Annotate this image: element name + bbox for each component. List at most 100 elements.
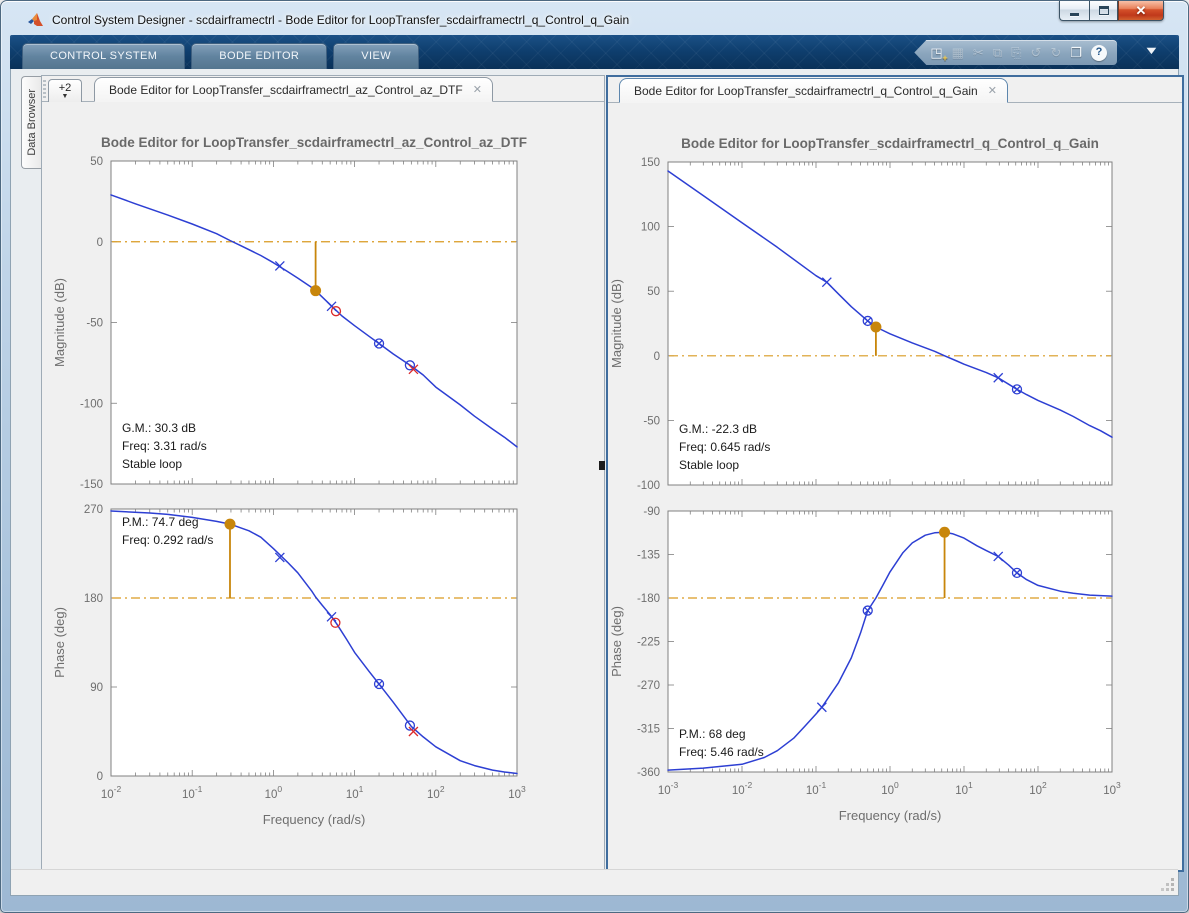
svg-text:10-1: 10-1 (182, 784, 203, 801)
window-layout-icon[interactable]: ❐ (1070, 46, 1082, 59)
svg-text:Frequency (rad/s): Frequency (rad/s) (263, 812, 366, 827)
close-icon[interactable]: ✕ (473, 83, 482, 96)
doc-tab-label: Bode Editor for LoopTransfer_scdairframe… (109, 82, 463, 97)
svg-text:50: 50 (90, 156, 103, 168)
chevron-down-icon: ▼ (61, 92, 69, 100)
redo-icon[interactable]: ↻ (1050, 46, 1061, 59)
help-icon[interactable]: ? (1091, 44, 1107, 61)
close-icon[interactable]: ✕ (988, 84, 997, 97)
svg-text:G.M.: -22.3 dB: G.M.: -22.3 dB (679, 422, 757, 436)
svg-text:101: 101 (346, 784, 364, 801)
svg-text:90: 90 (90, 682, 103, 694)
cut-icon[interactable]: ✂ (973, 46, 984, 59)
copy-icon[interactable]: ⧉ (993, 46, 1002, 59)
tab-view[interactable]: VIEW (333, 43, 419, 69)
app-window: Control System Designer - scdairframectr… (0, 0, 1189, 913)
ribbon: CONTROL SYSTEM BODE EDITOR VIEW ◳ + ▦ ✂ ⧉… (10, 35, 1179, 69)
ribbon-tab-strip: CONTROL SYSTEM BODE EDITOR VIEW (22, 43, 419, 69)
svg-text:Stable loop: Stable loop (679, 458, 739, 472)
bode-left-svg: Bode Editor for LoopTransfer_scdairframe… (52, 135, 527, 827)
svg-text:100: 100 (641, 222, 660, 234)
svg-text:Stable loop: Stable loop (122, 457, 182, 471)
svg-text:10-2: 10-2 (732, 780, 753, 797)
window-title: Control System Designer - scdairframectr… (52, 12, 630, 27)
svg-text:0: 0 (97, 771, 103, 783)
maximize-button[interactable] (1089, 1, 1118, 21)
svg-text:Phase (deg): Phase (deg) (52, 607, 67, 678)
quick-access-toolbar: ◳ + ▦ ✂ ⧉ ⎘ ↺ ↻ ❐ ? (914, 40, 1117, 65)
save-icon[interactable]: ▦ (952, 46, 964, 59)
maximize-icon (1098, 6, 1109, 15)
svg-text:270: 270 (84, 504, 103, 516)
svg-text:Freq: 5.46 rad/s: Freq: 5.46 rad/s (679, 745, 764, 759)
svg-text:Freq: 3.31 rad/s: Freq: 3.31 rad/s (122, 439, 207, 453)
svg-text:50: 50 (647, 286, 660, 298)
svg-text:Bode Editor for LoopTransfer_s: Bode Editor for LoopTransfer_scdairframe… (681, 136, 1099, 151)
data-browser-label: Data Browser (25, 89, 38, 156)
svg-text:Magnitude (dB): Magnitude (dB) (609, 279, 624, 368)
svg-text:-360: -360 (637, 767, 660, 779)
svg-text:Bode Editor for LoopTransfer_s: Bode Editor for LoopTransfer_scdairframe… (101, 135, 527, 150)
tab-overflow-button[interactable]: +2 ▼ (48, 79, 82, 102)
bode-figure-left[interactable]: Bode Editor for LoopTransfer_scdairframe… (42, 103, 604, 871)
svg-text:10-3: 10-3 (658, 780, 679, 797)
title-bar: Control System Designer - scdairframectr… (11, 1, 1178, 35)
svg-text:-225: -225 (637, 637, 660, 649)
close-button[interactable]: ✕ (1118, 1, 1164, 21)
svg-text:P.M.: 74.7 deg: P.M.: 74.7 deg (122, 515, 199, 529)
svg-text:102: 102 (1029, 780, 1047, 797)
svg-text:-315: -315 (637, 724, 660, 736)
tab-bode-editor[interactable]: BODE EDITOR (191, 43, 328, 69)
svg-text:10-1: 10-1 (806, 780, 827, 797)
svg-text:Magnitude (dB): Magnitude (dB) (52, 278, 67, 367)
undo-icon[interactable]: ↺ (1031, 46, 1042, 59)
tab-bar-right: Bode Editor for LoopTransfer_scdairframe… (608, 77, 1182, 103)
data-browser-tab[interactable]: Data Browser (21, 76, 41, 169)
svg-text:102: 102 (427, 784, 445, 801)
svg-text:-150: -150 (80, 479, 103, 491)
svg-text:180: 180 (84, 593, 103, 605)
doc-tab-bode-az[interactable]: Bode Editor for LoopTransfer_scdairframe… (94, 77, 493, 102)
svg-text:-100: -100 (80, 398, 103, 410)
document-panel-right: Bode Editor for LoopTransfer_scdairframe… (606, 75, 1184, 872)
paste-icon[interactable]: ⎘ (1011, 46, 1021, 59)
matlab-logo-icon (27, 12, 44, 28)
svg-text:G.M.: 30.3 dB: G.M.: 30.3 dB (122, 421, 196, 435)
svg-text:100: 100 (265, 784, 283, 801)
svg-text:-100: -100 (637, 480, 660, 492)
svg-text:-180: -180 (637, 593, 660, 605)
svg-text:0: 0 (97, 237, 103, 249)
window-controls: ✕ (1059, 1, 1164, 21)
svg-text:Frequency (rad/s): Frequency (rad/s) (839, 808, 942, 823)
svg-text:-270: -270 (637, 680, 660, 692)
bode-right-svg: Bode Editor for LoopTransfer_scdairframe… (609, 136, 1121, 823)
svg-text:0: 0 (654, 351, 660, 363)
svg-text:Freq: 0.292 rad/s: Freq: 0.292 rad/s (122, 533, 213, 547)
status-bar (11, 869, 1178, 895)
svg-text:-90: -90 (643, 506, 660, 518)
minimize-button[interactable] (1059, 1, 1089, 21)
new-document-icon[interactable]: ◳ + (930, 46, 947, 63)
svg-text:-50: -50 (643, 415, 660, 427)
minimize-icon (1070, 13, 1079, 16)
svg-text:103: 103 (1103, 780, 1121, 797)
resize-grip[interactable] (1160, 877, 1174, 891)
svg-text:Phase (deg): Phase (deg) (609, 606, 624, 677)
svg-text:P.M.: 68 deg: P.M.: 68 deg (679, 727, 746, 741)
svg-text:150: 150 (641, 157, 660, 169)
svg-text:101: 101 (955, 780, 973, 797)
svg-text:103: 103 (508, 784, 526, 801)
tab-control-system[interactable]: CONTROL SYSTEM (22, 43, 186, 69)
doc-tab-label: Bode Editor for LoopTransfer_scdairframe… (634, 83, 978, 98)
tab-drag-handle[interactable] (43, 80, 46, 100)
tab-bar-left: +2 ▼ Bode Editor for LoopTransfer_scdair… (42, 76, 604, 102)
panel-splitter-handle[interactable] (599, 461, 605, 470)
svg-text:10-2: 10-2 (101, 784, 122, 801)
main-area: Data Browser +2 ▼ Bode Editor for LoopTr… (10, 69, 1184, 896)
document-panel-left: +2 ▼ Bode Editor for LoopTransfer_scdair… (41, 75, 605, 872)
doc-tab-bode-q[interactable]: Bode Editor for LoopTransfer_scdairframe… (619, 78, 1008, 103)
svg-text:-135: -135 (637, 550, 660, 562)
ribbon-collapse-icon[interactable]: ▼ (1143, 45, 1159, 57)
svg-text:Freq: 0.645 rad/s: Freq: 0.645 rad/s (679, 440, 770, 454)
bode-figure-right[interactable]: Bode Editor for LoopTransfer_scdairframe… (608, 104, 1182, 870)
